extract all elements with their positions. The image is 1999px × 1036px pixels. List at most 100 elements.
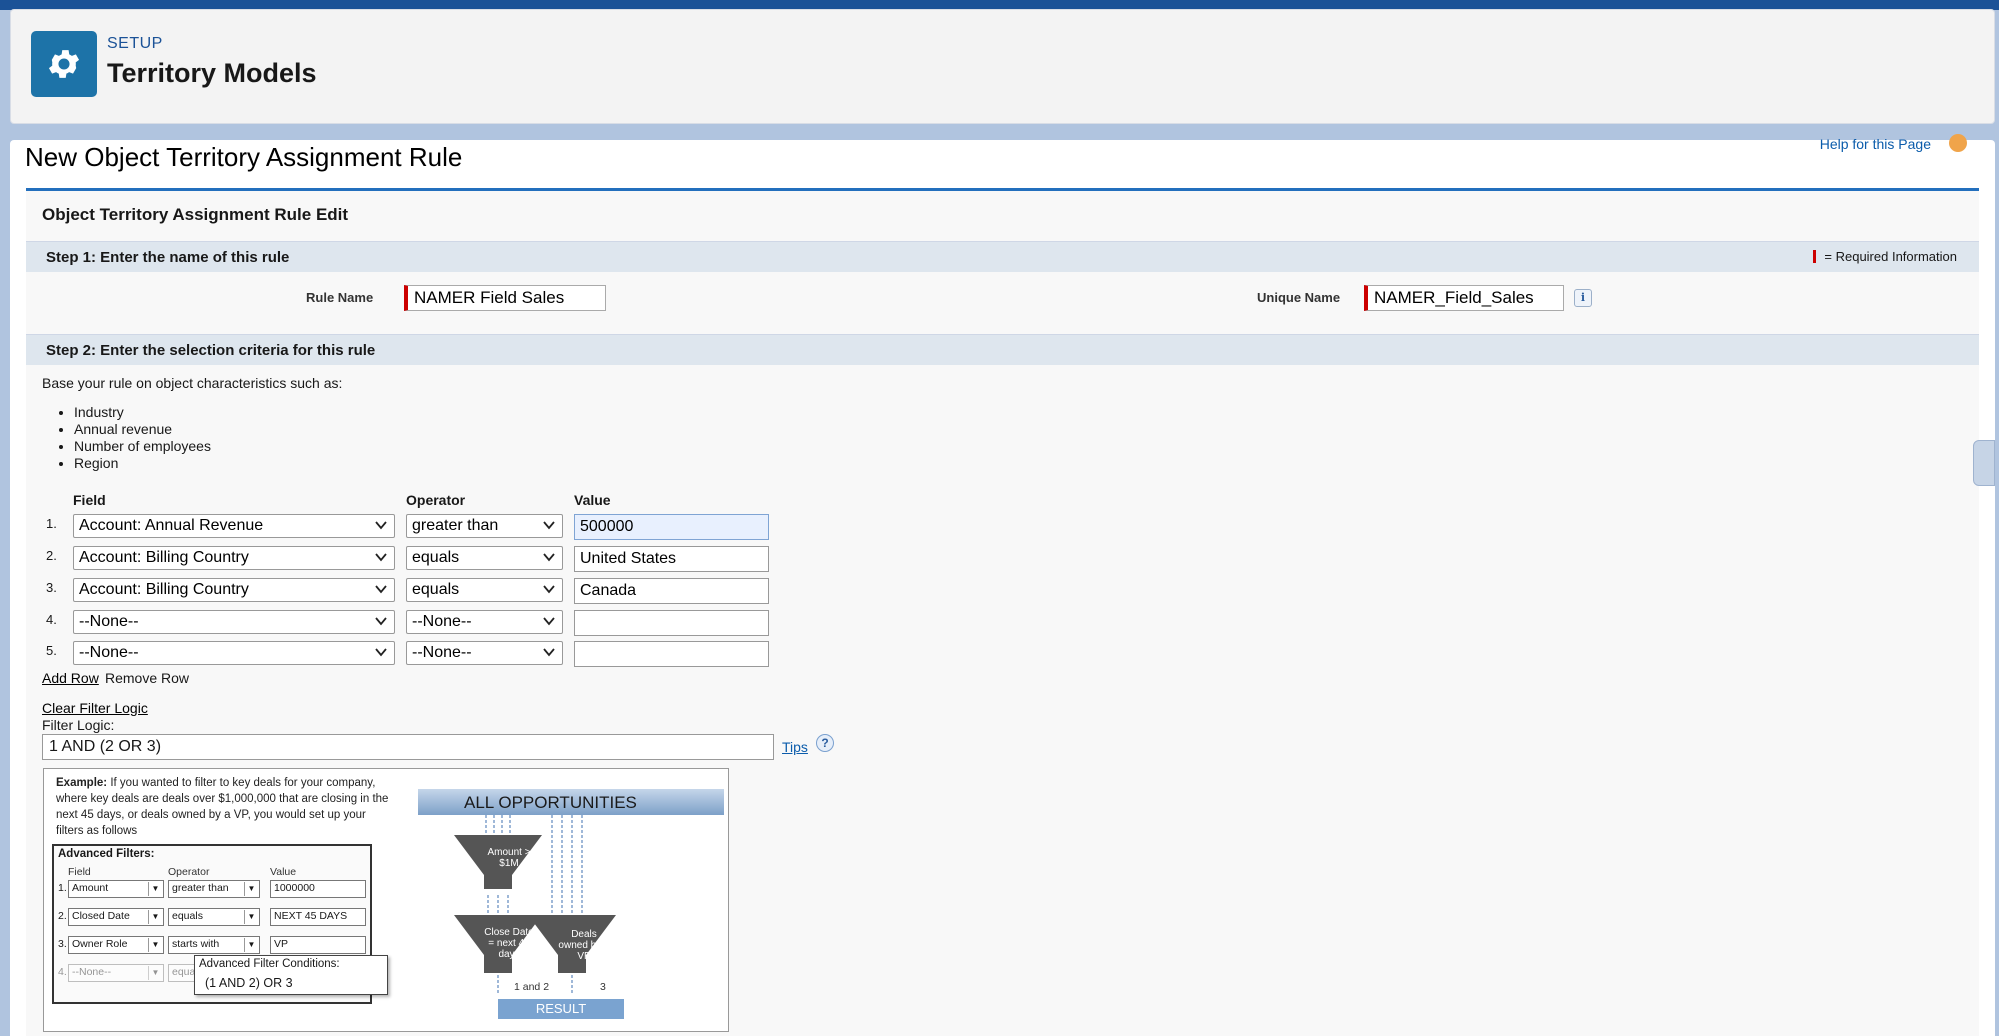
required-legend: = Required Information: [1813, 249, 1957, 264]
field-select-value: --None--: [79, 613, 139, 630]
result-bar: RESULT: [498, 999, 624, 1019]
help-link[interactable]: Help for this Page: [1820, 136, 1931, 152]
value-input[interactable]: Canada: [574, 578, 769, 604]
chevron-down-icon: [543, 617, 555, 626]
field-select-value: Account: Billing Country: [79, 581, 249, 598]
example-operator-value: starts with: [172, 938, 220, 950]
field-select[interactable]: Account: Billing Country: [73, 546, 395, 570]
example-field-select: Owner Role ▼: [68, 936, 164, 954]
example-operator-header: Operator: [168, 866, 210, 878]
example-operator-select: starts with ▼: [168, 936, 260, 954]
chevron-down-icon: ▼: [148, 966, 162, 980]
unique-name-input[interactable]: NAMER_Field_Sales: [1364, 285, 1564, 311]
chevron-down-icon: [543, 521, 555, 530]
step1-title: Step 1: Enter the name of this rule: [46, 249, 290, 266]
row-number: 1.: [46, 516, 57, 531]
side-panel-toggle[interactable]: [1973, 440, 1995, 486]
list-item: Number of employees: [74, 438, 211, 455]
example-field-value: Amount: [72, 882, 109, 894]
chevron-down-icon: [375, 521, 387, 530]
field-select[interactable]: --None--: [73, 610, 395, 634]
chevron-down-icon: [375, 648, 387, 657]
value-input[interactable]: [574, 610, 769, 636]
step2-title: Step 2: Enter the selection criteria for…: [46, 342, 376, 359]
example-value-header: Value: [270, 866, 297, 878]
flow-label-3: 3: [600, 981, 606, 993]
panel-title: Object Territory Assignment Rule Edit: [42, 205, 349, 224]
example-field-select: Amount ▼: [68, 880, 164, 898]
operator-column-header: Operator: [406, 492, 466, 508]
step2-bar: Step 2: Enter the selection criteria for…: [26, 334, 1979, 365]
example-operator-value: greater than: [172, 882, 229, 894]
chevron-down-icon: [375, 617, 387, 626]
row-number: 4.: [46, 612, 57, 627]
chevron-down-icon: ▼: [148, 938, 162, 952]
row-number: 2.: [46, 548, 57, 563]
info-icon[interactable]: i: [1574, 289, 1592, 307]
example-row-number: 3.: [58, 938, 67, 950]
list-item: Industry: [74, 404, 211, 421]
chevron-down-icon: [543, 648, 555, 657]
criteria-list: Industry Annual revenue Number of employ…: [74, 404, 211, 472]
chevron-down-icon: ▼: [148, 882, 162, 896]
field-select-value: Account: Annual Revenue: [79, 517, 264, 534]
chevron-down-icon: [543, 553, 555, 562]
filter-example-image: Example: If you wanted to filter to key …: [43, 768, 729, 1032]
field-select-value: Account: Billing Country: [79, 549, 249, 566]
example-field-value: Owner Role: [72, 938, 128, 950]
example-row-number: 4.: [58, 966, 67, 978]
chevron-down-icon: ▼: [244, 910, 258, 924]
row-number: 5.: [46, 643, 57, 658]
row-number: 3.: [46, 580, 57, 595]
add-row-link[interactable]: Add Row: [42, 670, 99, 686]
value-column-header: Value: [574, 492, 611, 508]
field-select[interactable]: Account: Billing Country: [73, 578, 395, 602]
example-field-value: --None--: [72, 966, 112, 978]
rule-name-input[interactable]: NAMER Field Sales: [404, 285, 606, 311]
example-value-input: NEXT 45 DAYS: [270, 908, 366, 926]
conditions-title: Advanced Filter Conditions:: [199, 958, 340, 970]
step1-bar: Step 1: Enter the name of this rule = Re…: [26, 241, 1979, 272]
field-select[interactable]: --None--: [73, 641, 395, 665]
help-icon[interactable]: [1949, 134, 1967, 152]
tips-link[interactable]: Tips: [782, 739, 808, 755]
chevron-down-icon: ▼: [148, 910, 162, 924]
filter-logic-input[interactable]: 1 AND (2 OR 3): [42, 734, 774, 760]
operator-select-value: greater than: [412, 517, 499, 534]
example-field-header: Field: [68, 866, 91, 878]
advanced-filter-conditions: Advanced Filter Conditions: (1 AND 2) OR…: [194, 955, 388, 995]
remove-row-text: Remove Row: [105, 670, 190, 686]
field-column-header: Field: [73, 492, 106, 508]
clear-filter-logic-link[interactable]: Clear Filter Logic: [42, 700, 148, 716]
unique-name-label: Unique Name: [1257, 290, 1341, 305]
rule-name-label: Rule Name: [306, 290, 374, 305]
page-title: Territory Models: [107, 58, 317, 88]
value-input[interactable]: 500000: [574, 514, 769, 540]
chevron-down-icon: [375, 553, 387, 562]
operator-select[interactable]: greater than: [406, 514, 563, 538]
example-operator-value: equa: [172, 966, 196, 978]
help-question-icon[interactable]: ?: [816, 734, 834, 752]
example-field-select: Closed Date ▼: [68, 908, 164, 926]
value-input[interactable]: United States: [574, 546, 769, 572]
operator-select-value: equals: [412, 581, 460, 598]
value-input[interactable]: [574, 641, 769, 667]
example-text: Example: If you wanted to filter to key …: [56, 777, 389, 837]
flow-label-1-and-2: 1 and 2: [514, 981, 550, 993]
all-opportunities-label: ALL OPPORTUNITIES: [464, 793, 637, 812]
field-select-value: --None--: [79, 644, 139, 661]
example-operator-select: equals ▼: [168, 908, 260, 926]
chevron-down-icon: [543, 585, 555, 594]
operator-select[interactable]: --None--: [406, 641, 563, 665]
conditions-value: (1 AND 2) OR 3: [205, 976, 293, 990]
advanced-filters-title: Advanced Filters:: [58, 848, 155, 860]
field-select[interactable]: Account: Annual Revenue: [73, 514, 395, 538]
chevron-down-icon: [375, 585, 387, 594]
operator-select-value: --None--: [412, 613, 472, 630]
operator-select[interactable]: --None--: [406, 610, 563, 634]
operator-select[interactable]: equals: [406, 578, 563, 602]
setup-label: SETUP: [107, 35, 163, 52]
list-item: Annual revenue: [74, 421, 211, 438]
example-value-input: VP: [270, 936, 366, 954]
operator-select[interactable]: equals: [406, 546, 563, 570]
